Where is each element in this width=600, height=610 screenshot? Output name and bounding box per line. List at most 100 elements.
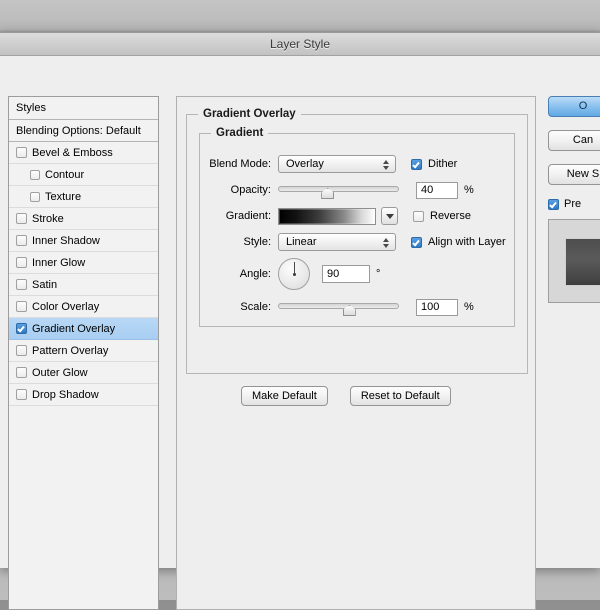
default-buttons-row: Make Default Reset to Default [241, 386, 451, 406]
sidebar-item-outer-glow[interactable]: Outer Glow [9, 362, 158, 384]
sidebar-item-label: Color Overlay [32, 300, 100, 313]
scale-unit: % [464, 301, 474, 313]
opacity-unit: % [464, 184, 474, 196]
sidebar-item-inner-glow[interactable]: Inner Glow [9, 252, 158, 274]
sidebar-item-stroke[interactable]: Stroke [9, 208, 158, 230]
angle-input[interactable]: 90 [322, 265, 370, 283]
inner-shadow-checkbox[interactable] [16, 235, 27, 246]
sidebar-item-label: Blending Options: Default [16, 124, 141, 137]
preview-checkbox[interactable] [548, 198, 559, 210]
align-with-layer-checkbox-group[interactable]: Align with Layer [411, 236, 506, 248]
reset-to-default-button[interactable]: Reset to Default [349, 386, 451, 406]
sidebar-item-inner-shadow[interactable]: Inner Shadow [9, 230, 158, 252]
sidebar-item-label: Contour [45, 168, 85, 181]
dither-label: Dither [428, 158, 458, 170]
sidebar-item-pattern-overlay[interactable]: Pattern Overlay [9, 340, 158, 362]
sidebar-item-satin[interactable]: Satin [9, 274, 158, 296]
sidebar-item-label: Bevel & Emboss [32, 146, 113, 159]
satin-checkbox[interactable] [16, 279, 27, 290]
styles-list-header: Styles [9, 97, 158, 120]
sidebar-item-label: Texture [45, 190, 82, 203]
blend-mode-row: Blend Mode: Overlay Dither [200, 155, 457, 173]
scale-input[interactable]: 100 [416, 298, 458, 316]
dialog-titlebar[interactable]: Layer Style [0, 33, 600, 56]
pattern-overlay-checkbox[interactable] [16, 345, 27, 356]
align-with-layer-label: Align with Layer [428, 236, 506, 248]
opacity-slider-track[interactable] [278, 186, 399, 192]
sidebar-item-label: Inner Shadow [32, 234, 100, 247]
scale-row: Scale: 100 % [200, 298, 474, 316]
dialog-body: Styles Blending Options: Default Bevel &… [0, 56, 600, 610]
gradient-row: Gradient: Reverse [200, 207, 471, 225]
sidebar-item-bevel-emboss[interactable]: Bevel & Emboss [9, 142, 158, 164]
scale-slider[interactable] [278, 298, 399, 316]
bevel-emboss-checkbox[interactable] [16, 147, 27, 158]
align-with-layer-checkbox[interactable] [411, 236, 422, 248]
dither-checkbox-group[interactable]: Dither [411, 158, 457, 170]
inner-glow-checkbox[interactable] [16, 257, 27, 268]
preview-checkbox-group[interactable]: Pre [548, 198, 600, 210]
dialog-title: Layer Style [269, 37, 331, 51]
blend-mode-value: Overlay [286, 158, 324, 170]
styles-list-panel: Styles Blending Options: Default Bevel &… [8, 96, 159, 610]
angle-dial[interactable] [278, 258, 310, 290]
gradient-overlay-options-panel: Gradient Overlay Gradient Blend Mode: Ov… [176, 96, 536, 610]
style-row: Style: Linear Align with Layer [200, 233, 506, 251]
outer-glow-checkbox[interactable] [16, 367, 27, 378]
sidebar-item-color-overlay[interactable]: Color Overlay [9, 296, 158, 318]
stroke-checkbox[interactable] [16, 213, 27, 224]
reverse-checkbox[interactable] [413, 210, 424, 222]
sidebar-item-blending-options[interactable]: Blending Options: Default [9, 120, 158, 142]
dialog-action-buttons: O Can New S Pre [548, 96, 600, 303]
angle-row: Angle: 90 ° [200, 258, 380, 290]
scale-slider-track[interactable] [278, 303, 399, 309]
dither-checkbox[interactable] [411, 158, 422, 170]
angle-dial-hub [292, 272, 296, 276]
angle-label: Angle: [239, 268, 271, 280]
sidebar-item-label: Outer Glow [32, 366, 88, 379]
new-style-button[interactable]: New S [548, 164, 600, 185]
stepper-arrows-icon[interactable] [383, 158, 390, 172]
color-overlay-checkbox[interactable] [16, 301, 27, 312]
gradient-group-title: Gradient [211, 127, 269, 139]
layer-style-dialog: Layer Style Styles Blending Options: Def… [0, 32, 600, 610]
angle-unit: ° [376, 268, 381, 280]
sidebar-item-label: Stroke [32, 212, 64, 225]
sidebar-item-label: Pattern Overlay [32, 344, 109, 357]
sidebar-item-gradient-overlay[interactable]: Gradient Overlay [9, 318, 158, 340]
chevron-down-icon[interactable] [381, 207, 398, 225]
sidebar-item-label: Gradient Overlay [32, 322, 116, 335]
cancel-button[interactable]: Can [548, 130, 600, 151]
reverse-label: Reverse [430, 210, 471, 222]
drop-shadow-checkbox[interactable] [16, 389, 27, 400]
preview-thumbnail [548, 219, 600, 303]
contour-checkbox[interactable] [30, 169, 40, 180]
style-label: Style: [243, 236, 271, 248]
gradient-overlay-group: Gradient Overlay Gradient Blend Mode: Ov… [186, 108, 528, 374]
opacity-input[interactable]: 40 [416, 181, 458, 199]
gradient-group: Gradient Blend Mode: Overlay Dither Opac… [199, 127, 515, 327]
texture-checkbox[interactable] [30, 191, 40, 202]
opacity-label: Opacity: [230, 184, 271, 196]
sidebar-item-label: Satin [32, 278, 58, 291]
gradient-overlay-checkbox[interactable] [16, 323, 27, 334]
blend-mode-label: Blend Mode: [209, 158, 271, 170]
sidebar-item-drop-shadow[interactable]: Drop Shadow [9, 384, 158, 406]
preview-label: Pre [564, 198, 582, 210]
ok-button[interactable]: O [548, 96, 600, 117]
blend-mode-select[interactable]: Overlay [278, 155, 396, 173]
stepper-arrows-icon[interactable] [383, 236, 390, 250]
sidebar-item-label: Drop Shadow [32, 388, 99, 401]
opacity-row: Opacity: 40 % [200, 181, 474, 199]
gradient-swatch[interactable] [278, 207, 376, 225]
desktop-background-top [0, 0, 600, 32]
gradient-style-select[interactable]: Linear [278, 233, 396, 251]
reverse-checkbox-group[interactable]: Reverse [413, 210, 471, 222]
sidebar-item-label: Inner Glow [32, 256, 86, 269]
make-default-button[interactable]: Make Default [241, 386, 328, 406]
opacity-slider[interactable] [278, 181, 399, 199]
gradient-label: Gradient: [225, 210, 271, 222]
gradient-style-value: Linear [286, 236, 317, 248]
sidebar-item-texture[interactable]: Texture [9, 186, 158, 208]
sidebar-item-contour[interactable]: Contour [9, 164, 158, 186]
